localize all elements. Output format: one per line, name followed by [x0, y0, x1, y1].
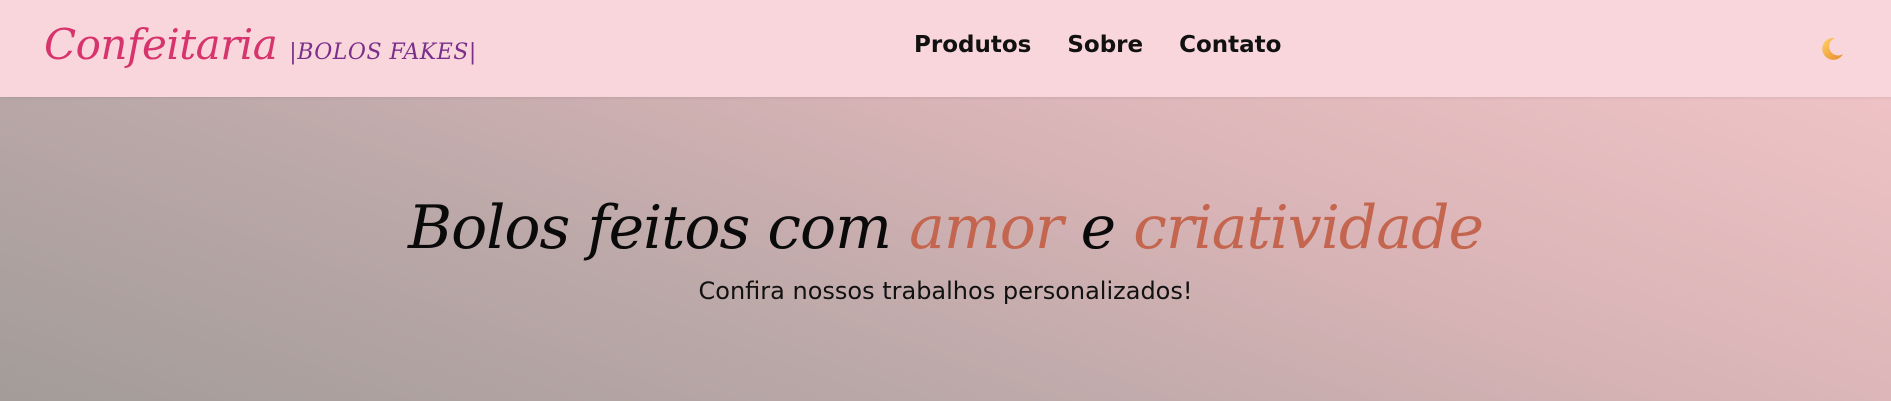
main-nav: Produtos Sobre Contato	[914, 32, 1281, 58]
hero-title-accent-criatividade: criatividade	[1133, 193, 1484, 263]
navbar: Confeitaria |BOLOS FAKES| Produtos Sobre…	[0, 0, 1891, 97]
hero-title: Bolos feitos com amor e criatividade	[0, 193, 1891, 263]
hero-title-text: Bolos feitos com	[408, 193, 910, 263]
nav-link-produtos[interactable]: Produtos	[914, 32, 1031, 58]
hero-title-text-e: e	[1062, 193, 1134, 263]
nav-link-sobre[interactable]: Sobre	[1067, 32, 1143, 58]
brand-name: Confeitaria	[44, 20, 278, 69]
hero-subtitle: Confira nossos trabalhos personalizados!	[698, 277, 1193, 305]
nav-link-contato[interactable]: Contato	[1179, 32, 1281, 58]
hero-title-accent-amor: amor	[909, 193, 1063, 263]
hero-section: Bolos feitos com amor e criatividade Con…	[0, 97, 1891, 401]
brand-logo-link[interactable]: Confeitaria |BOLOS FAKES|	[44, 20, 477, 69]
page: Confeitaria |BOLOS FAKES| Produtos Sobre…	[0, 0, 1891, 401]
brand-tagline: |BOLOS FAKES|	[289, 40, 477, 65]
crescent-moon-icon	[1822, 37, 1843, 60]
theme-toggle-button[interactable]	[1816, 34, 1846, 64]
